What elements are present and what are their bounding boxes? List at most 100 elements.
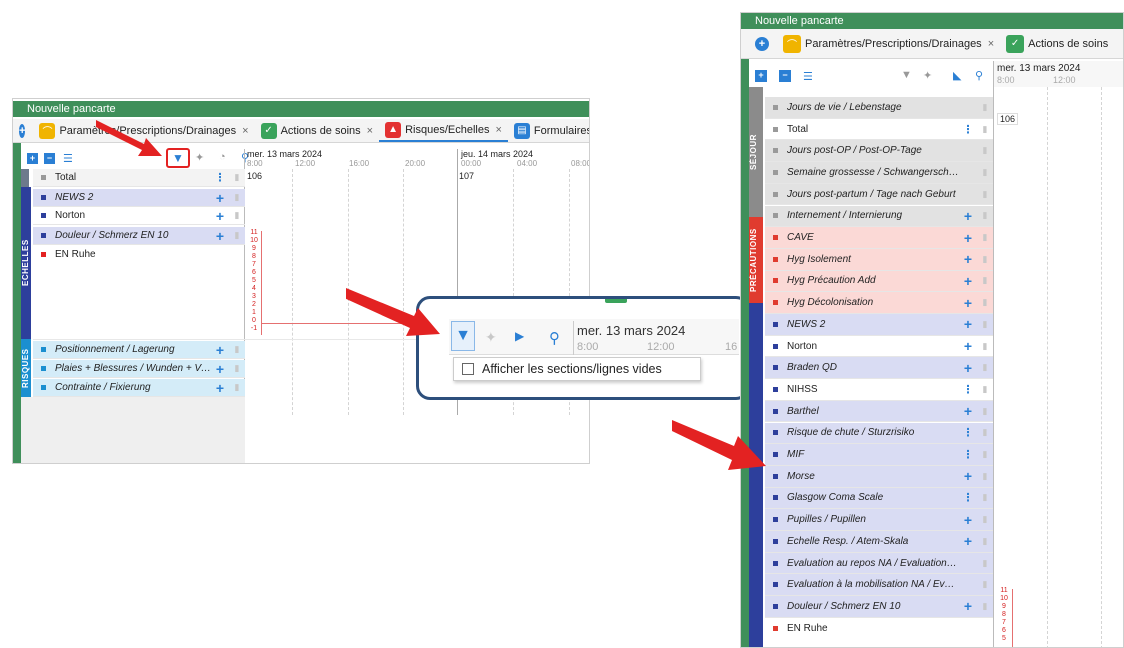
table-row[interactable]: Contrainte / Fixierung + ▮ (33, 379, 245, 397)
collapse-all-button[interactable]: − (44, 152, 55, 164)
more-options-button[interactable]: ⋮ (959, 448, 977, 461)
table-row[interactable]: NEWS 2 + ▮ (765, 314, 993, 336)
pin-icon[interactable]: ▮ (977, 558, 993, 569)
pin-icon[interactable]: ▮ (977, 102, 993, 113)
add-button[interactable]: + (959, 338, 977, 354)
pin-icon[interactable]: ▮ (229, 382, 245, 393)
pin-icon[interactable]: ▮ (977, 406, 993, 417)
table-row[interactable]: CAVE + ▮ (765, 227, 993, 249)
pin-icon[interactable]: ▮ (977, 254, 993, 265)
pin-icon[interactable]: ▮ (977, 341, 993, 352)
add-button[interactable]: + (959, 533, 977, 549)
table-row[interactable]: Braden QD + ▮ (765, 357, 993, 380)
add-button[interactable]: + (211, 361, 229, 377)
empty-rows-checkbox[interactable] (462, 363, 474, 375)
more-options-button[interactable]: ⋮ (959, 426, 977, 439)
pin-icon[interactable]: ▮ (977, 189, 993, 200)
add-button[interactable]: + (959, 295, 977, 311)
table-row[interactable]: Pupilles / Pupillen + ▮ (765, 509, 993, 531)
table-row[interactable]: NIHSS ⋮ ▮ (765, 379, 993, 401)
table-row[interactable]: Norton + ▮ (33, 207, 245, 225)
add-button[interactable]: + (959, 316, 977, 332)
add-button[interactable]: + (959, 403, 977, 419)
table-row[interactable]: NEWS 2 + ▮ (33, 189, 245, 207)
filter-icon[interactable]: ▼ (901, 69, 912, 81)
pin-icon[interactable]: ▮ (977, 210, 993, 221)
tab-actions[interactable]: ✓ Actions de soins × (255, 119, 380, 142)
add-button[interactable]: + (959, 273, 977, 289)
more-options-button[interactable]: ⋮ (959, 383, 977, 396)
table-row[interactable]: Barthel + ▮ (765, 400, 993, 423)
table-row[interactable]: Total ⋮ ▮ (33, 169, 245, 187)
pin-icon[interactable]: ▮ (977, 384, 993, 395)
add-button[interactable]: + (211, 208, 229, 224)
table-row[interactable]: Morse + ▮ (765, 465, 993, 488)
play-icon[interactable]: ◔ (219, 151, 226, 163)
play-icon[interactable]: ◣ (953, 69, 961, 82)
filter-button-zoom[interactable]: ▼ (451, 321, 475, 351)
table-row[interactable]: Douleur / Schmerz EN 10 + ▮ (765, 596, 993, 618)
table-row[interactable]: Hyg Isolement + ▮ (765, 248, 993, 271)
table-row[interactable]: Internement / Internierung + ▮ (765, 205, 993, 228)
close-tab-icon[interactable]: × (242, 125, 248, 137)
table-row[interactable]: Jours de vie / Lebenstage ▮ (765, 97, 993, 119)
pin-icon[interactable]: ▮ (977, 536, 993, 547)
pin-icon[interactable]: ▮ (977, 427, 993, 438)
pin-icon[interactable]: ▮ (977, 449, 993, 460)
tab-risques[interactable]: ▲ Risques/Echelles × (379, 119, 508, 142)
pin-icon[interactable]: ▮ (977, 579, 993, 590)
more-options-button[interactable]: ⋮ (959, 123, 977, 136)
search-icon[interactable]: ⚲ (549, 329, 560, 347)
pin-icon[interactable]: ▮ (977, 601, 993, 612)
pin-icon[interactable]: ▮ (977, 145, 993, 156)
add-button[interactable]: + (211, 342, 229, 358)
add-button[interactable]: + (959, 468, 977, 484)
pin-icon[interactable]: ▮ (977, 232, 993, 243)
add-button[interactable]: + (959, 598, 977, 614)
table-row[interactable]: Jours post-partum / Tage nach Geburt ▮ (765, 183, 993, 206)
table-row[interactable]: Evaluation à la mobilisation NA / Eval..… (765, 574, 993, 597)
tab-formulaires[interactable]: ▤ Formulaires/De (508, 119, 589, 142)
table-row[interactable]: EN Ruhe (765, 617, 993, 640)
add-button[interactable]: + (211, 380, 229, 396)
table-row[interactable]: Norton + ▮ (765, 335, 993, 358)
pin-icon[interactable]: ✦ (923, 69, 932, 82)
table-row[interactable]: Glasgow Coma Scale ⋮ ▮ (765, 487, 993, 510)
add-button[interactable]: + (959, 512, 977, 528)
empty-rows-option[interactable]: Afficher les sections/lignes vides (453, 357, 701, 381)
add-button[interactable]: + (959, 251, 977, 267)
pin-icon[interactable]: ▮ (229, 230, 245, 241)
table-row[interactable]: Semaine grossesse / Schwangerschafts... ▮ (765, 162, 993, 184)
list-icon[interactable]: ☰ (63, 152, 73, 165)
add-button[interactable]: + (211, 190, 229, 206)
filter-button[interactable]: ▼ (166, 148, 190, 168)
pin-icon[interactable]: ▮ (977, 275, 993, 286)
table-row[interactable]: Total ⋮ ▮ (765, 118, 993, 141)
pin-icon[interactable]: ▮ (229, 344, 245, 355)
add-button[interactable]: + (211, 228, 229, 244)
table-row[interactable]: Risque de chute / Sturzrisiko ⋮ ▮ (765, 422, 993, 445)
table-row[interactable]: Positionnement / Lagerung + ▮ (33, 341, 245, 359)
pin-icon[interactable]: ▮ (977, 319, 993, 330)
table-row[interactable]: Plaies + Blessures / Wunden + Ve... + ▮ (33, 360, 245, 378)
more-options-button[interactable]: ⋮ (211, 171, 229, 184)
add-button[interactable]: + (959, 208, 977, 224)
table-row[interactable]: Hyg Décolonisation + ▮ (765, 292, 993, 314)
expand-all-button[interactable]: + (27, 152, 38, 164)
pin-icon[interactable]: ▮ (977, 471, 993, 482)
table-row[interactable]: Evaluation au repos NA / Evaluation b...… (765, 552, 993, 575)
pin-icon[interactable]: ▮ (229, 172, 245, 183)
add-tab-button[interactable]: + (19, 123, 26, 138)
pin-icon[interactable]: ▮ (977, 514, 993, 525)
pin-icon[interactable]: ✦ (195, 151, 204, 164)
add-button[interactable]: + (959, 230, 977, 246)
expand-all-button[interactable]: + (755, 70, 767, 82)
pin-icon[interactable]: ✦ (485, 329, 497, 346)
tab-parametres[interactable]: ⌒ Paramètres/Prescriptions/Drainages × (777, 29, 1000, 58)
pin-icon[interactable]: ▮ (229, 363, 245, 374)
pin-icon[interactable]: ▮ (977, 167, 993, 178)
search-icon[interactable]: ⚲ (975, 69, 983, 82)
add-tab-button[interactable]: + (755, 36, 769, 51)
pin-icon[interactable]: ▮ (977, 297, 993, 308)
pin-icon[interactable]: ▮ (229, 210, 245, 221)
